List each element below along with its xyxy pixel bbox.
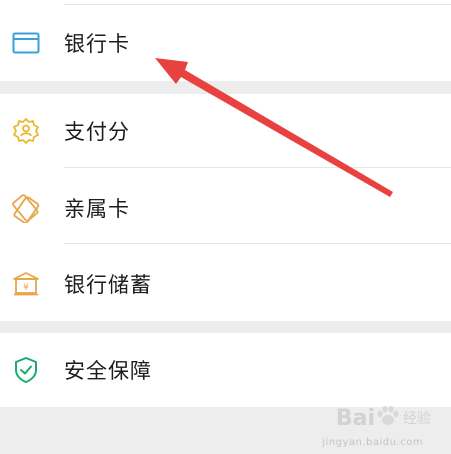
row-divider: [64, 243, 451, 244]
menu-item-label: 亲属卡: [64, 197, 130, 221]
menu-group-security: 安全保障: [0, 333, 451, 407]
menu-item-bank-card[interactable]: 银行卡: [0, 22, 451, 64]
security-shield-icon: [11, 355, 41, 385]
menu-group-services: 支付分 亲属卡 ¥ 银行储蓄: [0, 94, 451, 321]
menu-item-label: 银行储蓄: [64, 273, 152, 297]
pay-score-icon: [11, 116, 41, 146]
watermark-text: Bai: [335, 405, 375, 431]
menu-item-label: 支付分: [64, 120, 130, 144]
menu-item-security[interactable]: 安全保障: [0, 349, 451, 391]
row-divider: [64, 167, 451, 168]
wallet-menu-page: 银行卡 支付分 亲属卡 ¥ 银行储蓄 安全保障 Bai 经验 jingyan.b…: [0, 0, 451, 454]
paw-icon: [375, 404, 401, 432]
baidu-watermark: Bai 经验: [336, 404, 431, 432]
svg-text:¥: ¥: [23, 283, 29, 293]
bank-savings-icon: ¥: [11, 269, 41, 299]
menu-group-cards: 银行卡: [0, 0, 451, 81]
menu-item-label: 安全保障: [64, 359, 152, 383]
menu-item-label: 银行卡: [64, 32, 130, 56]
bank-card-icon: [11, 28, 41, 58]
menu-item-bank-savings[interactable]: ¥ 银行储蓄: [0, 263, 451, 305]
watermark-site: jingyan.baidu.com: [322, 437, 423, 448]
menu-item-family-card[interactable]: 亲属卡: [0, 187, 451, 229]
watermark-sub: 经验: [403, 411, 431, 427]
top-divider: [64, 4, 451, 5]
menu-item-pay-score[interactable]: 支付分: [0, 110, 451, 152]
family-card-icon: [11, 193, 41, 223]
